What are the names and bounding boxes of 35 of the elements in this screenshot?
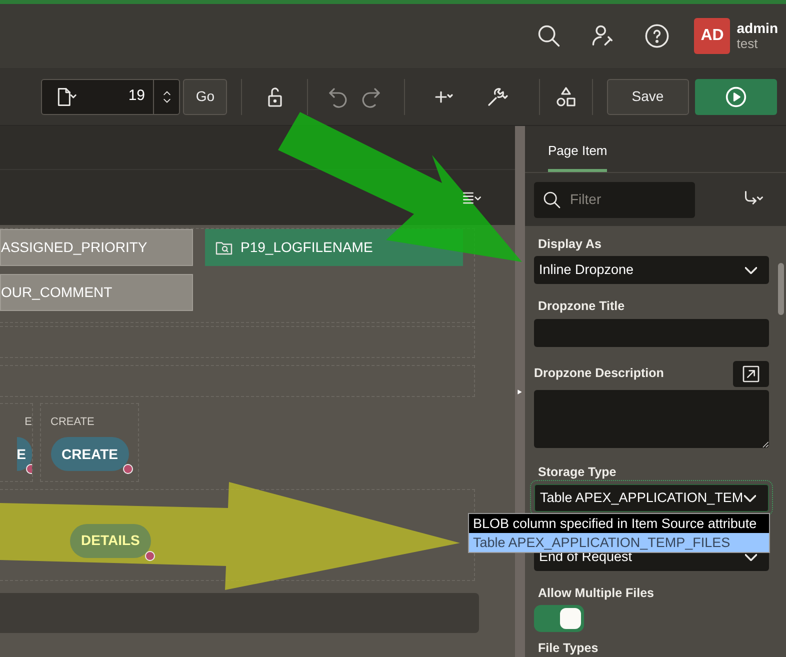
- search-icon: [542, 190, 562, 210]
- property-label: Storage Type: [538, 464, 618, 480]
- shapes-icon[interactable]: [554, 84, 578, 108]
- chevron-down-icon: [745, 554, 757, 560]
- toggle-switch[interactable]: [534, 605, 584, 632]
- property-label: Display As: [538, 236, 602, 252]
- region-button[interactable]: E: [16, 437, 32, 472]
- chevron-down-icon: [744, 494, 756, 502]
- dropdown-option[interactable]: BLOB column specified in Item Source attribute: [469, 514, 769, 533]
- textarea-field[interactable]: [534, 390, 769, 448]
- region-label: E: [24, 415, 32, 430]
- user-name[interactable]: admin: [736, 20, 778, 36]
- run-button[interactable]: [694, 78, 777, 114]
- expand-icon: [741, 364, 761, 384]
- filter-field[interactable]: Filter: [534, 182, 695, 218]
- save-button[interactable]: Save: [606, 78, 689, 114]
- search-icon[interactable]: [536, 23, 562, 49]
- property-label: Dropzone Title: [538, 298, 626, 314]
- user-avatar[interactable]: AD: [694, 18, 730, 54]
- text-field[interactable]: [534, 318, 769, 346]
- chevron-down-icon: [745, 266, 757, 274]
- go-button[interactable]: Go: [183, 78, 228, 114]
- select-field[interactable]: Inline Dropzone: [534, 256, 769, 284]
- page-selector[interactable]: 19: [41, 78, 180, 114]
- expand-button[interactable]: [733, 360, 769, 386]
- help-icon[interactable]: [644, 23, 670, 49]
- dropdown-option[interactable]: Table APEX_APPLICATION_TEMP_FILES: [469, 533, 769, 552]
- workspace-name: test: [736, 36, 759, 52]
- filter-input[interactable]: Filter: [568, 188, 668, 211]
- play-icon[interactable]: [724, 86, 747, 108]
- property-label: Allow Multiple Files: [538, 585, 655, 602]
- region-label: CREATE: [50, 415, 96, 430]
- property-label: Dropzone Description: [534, 365, 664, 382]
- page-number[interactable]: 19: [82, 85, 153, 108]
- property-label: File Types: [538, 640, 600, 656]
